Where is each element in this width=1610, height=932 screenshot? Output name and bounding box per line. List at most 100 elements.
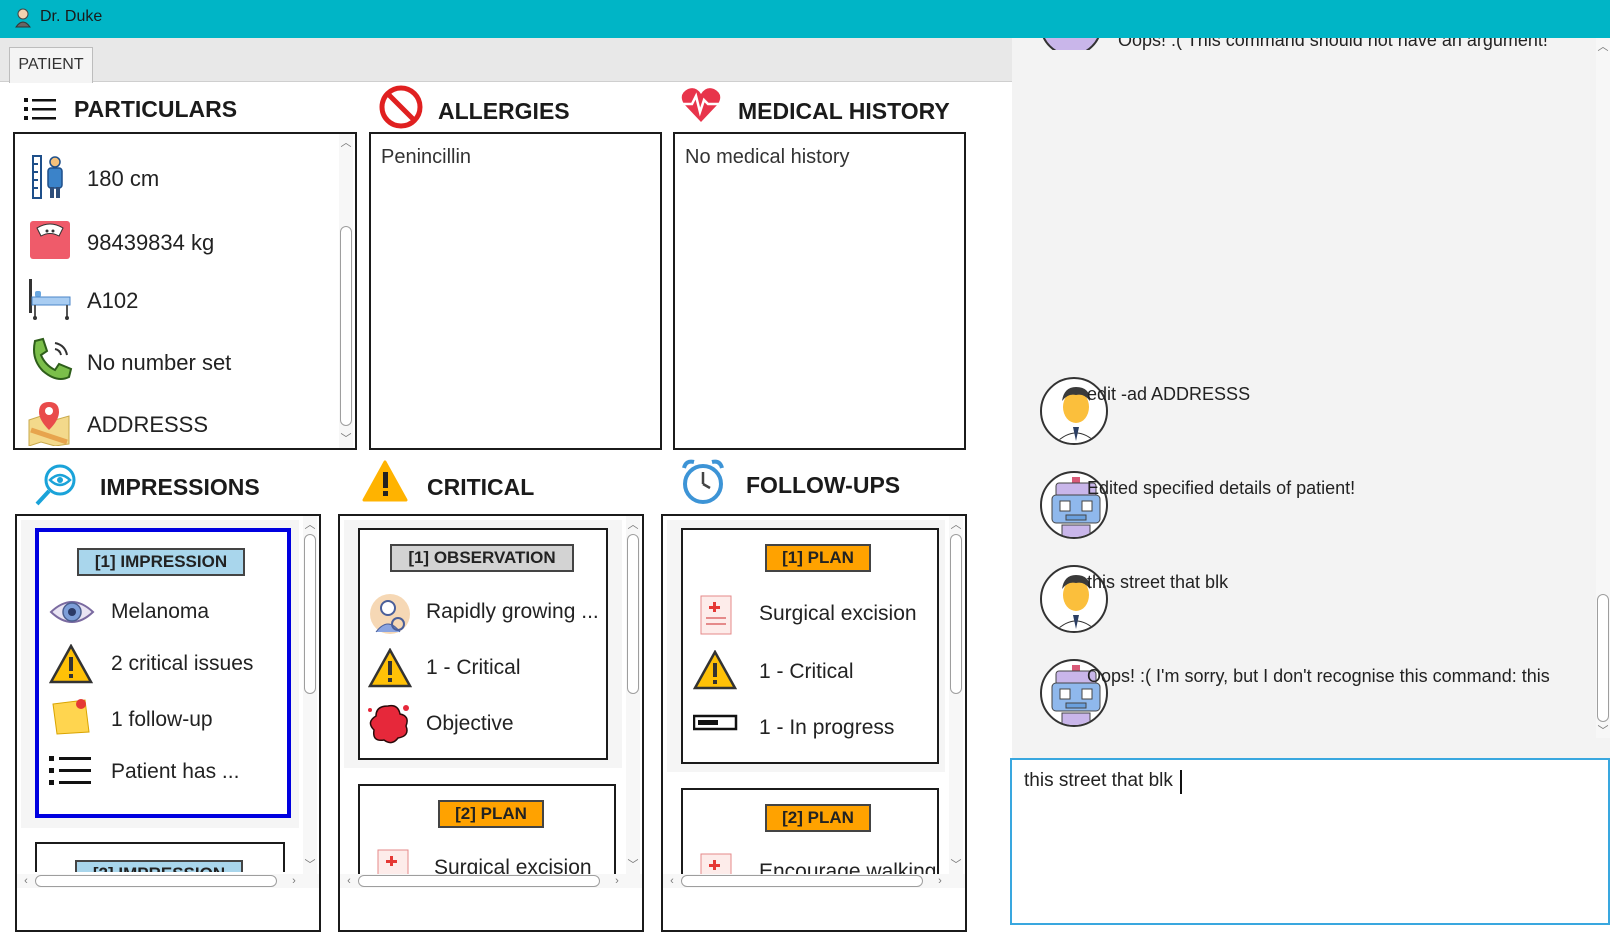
weight-scale-icon: [30, 221, 70, 259]
prescription-icon: [700, 595, 732, 635]
prescription-icon: [377, 849, 409, 876]
followups-header: FOLLOW-UPS: [746, 472, 901, 498]
scroll-up-arrow-icon[interactable]: ︿: [1596, 40, 1610, 54]
scroll-right-arrow-icon[interactable]: ›: [610, 874, 624, 888]
impression-description: Patient has ...: [111, 760, 240, 783]
scrollbar-thumb[interactable]: [340, 226, 352, 426]
command-input[interactable]: this street that blk: [1010, 758, 1610, 925]
plan-tag: [2] PLAN: [765, 804, 871, 832]
sticky-note-icon: [52, 699, 90, 735]
particular-phone: No number set: [87, 350, 232, 375]
followup-plan-card-2[interactable]: [2] PLAN Encourage walking: [681, 788, 939, 876]
tab-patient[interactable]: PATIENT: [9, 47, 93, 83]
impressions-list: [1] IMPRESSION Melanoma 2 critical issue…: [15, 514, 321, 932]
warning-icon: [693, 650, 737, 690]
scroll-up-arrow-icon[interactable]: ︿: [303, 518, 317, 532]
impression-card-2[interactable]: [2] IMPRESSION: [35, 842, 285, 872]
scroll-left-arrow-icon[interactable]: ‹: [342, 874, 356, 888]
critical-warning-icon: [362, 460, 408, 502]
chat-scrollbar[interactable]: ︿ ﹀: [1596, 38, 1610, 738]
scrollbar-thumb[interactable]: [627, 534, 639, 694]
allergies-box: Penincillin: [369, 132, 662, 450]
window-title: Dr. Duke: [40, 8, 103, 25]
scroll-right-arrow-icon[interactable]: ›: [933, 874, 947, 888]
observation-type: Objective: [426, 712, 514, 735]
particular-ward: A102: [87, 288, 139, 313]
doctor-examine-icon: [370, 594, 410, 634]
title-bar: Dr. Duke: [0, 0, 1610, 38]
list-icon: [24, 98, 56, 120]
bot-avatar: [1040, 38, 1102, 50]
impressions-vscrollbar[interactable]: ︿ ﹀: [303, 516, 317, 874]
map-pin-icon: [28, 402, 70, 446]
scrollbar-thumb[interactable]: [1597, 594, 1609, 722]
impression-tag: [1] IMPRESSION: [77, 548, 245, 576]
particulars-header: PARTICULARS: [74, 96, 238, 122]
scroll-down-arrow-icon[interactable]: ﹀: [949, 858, 963, 872]
scroll-down-arrow-icon[interactable]: ﹀: [626, 858, 640, 872]
impression-critical-count: 2 critical issues: [111, 652, 254, 675]
scroll-down-arrow-icon[interactable]: ﹀: [303, 858, 317, 872]
progress-bar-icon: [693, 714, 738, 731]
chat-top-clipped: Oops! :( This command should not have an…: [1012, 38, 1592, 50]
scrollbar-thumb[interactable]: [304, 534, 316, 694]
chat-message-4: Oops! :( I'm sorry, but I don't recognis…: [1087, 666, 1550, 686]
warning-icon: [368, 648, 412, 688]
chat-message-clipped: Oops! :( This command should not have an…: [1118, 38, 1548, 50]
command-input-value[interactable]: this street that blk: [1024, 770, 1173, 792]
scroll-up-arrow-icon[interactable]: ︿: [339, 136, 353, 150]
scrollbar-thumb[interactable]: [358, 875, 600, 887]
plan-card-2[interactable]: [2] PLAN Surgical excision: [358, 784, 616, 876]
chat-message-1: edit -ad ADDRESSS: [1087, 384, 1251, 404]
impression-followup-count: 1 follow-up: [111, 708, 213, 731]
bed-icon: [29, 279, 71, 320]
prescription-icon: [700, 853, 732, 876]
followup-status: 1 - In progress: [759, 716, 895, 739]
scroll-up-arrow-icon[interactable]: ︿: [626, 518, 640, 532]
observation-card[interactable]: [1] OBSERVATION Rapidly growing ... 1 - …: [358, 528, 608, 760]
impressions-header: IMPRESSIONS: [100, 474, 260, 500]
critical-vscrollbar[interactable]: ︿ ﹀: [626, 516, 640, 874]
warning-icon: [49, 644, 93, 684]
impression-card-selected[interactable]: [1] IMPRESSION Melanoma 2 critical issue…: [35, 528, 291, 818]
doctor-app-icon: [15, 8, 31, 28]
scrollbar-thumb[interactable]: [35, 875, 277, 887]
patient-panel: PATIENT PARTICULARS 180 cm 98439834 kg A…: [0, 38, 1012, 932]
allergies-header: ALLERGIES: [438, 98, 570, 124]
critical-hscrollbar[interactable]: ‹ ›: [340, 874, 642, 888]
observation-tag: [1] OBSERVATION: [390, 544, 574, 572]
impressions-hscrollbar[interactable]: ‹ ›: [17, 874, 319, 888]
chat-message-3: this street that blk: [1087, 572, 1229, 592]
scrollbar-thumb[interactable]: [950, 534, 962, 694]
list-icon: [49, 756, 91, 785]
scroll-down-arrow-icon[interactable]: ﹀: [339, 432, 353, 446]
scroll-left-arrow-icon[interactable]: ‹: [665, 874, 679, 888]
medical-history-box: No medical history: [673, 132, 966, 450]
impression-diagnosis: Melanoma: [111, 600, 210, 623]
scroll-right-arrow-icon[interactable]: ›: [287, 874, 301, 888]
impressions-eye-icon: [35, 464, 76, 506]
height-icon: [32, 155, 63, 199]
particulars-scrollbar[interactable]: ︿ ﹀: [339, 134, 353, 448]
followup-plan-description: Surgical excision: [759, 602, 917, 625]
followups-list: [1] PLAN Surgical excision 1 - Critical …: [661, 514, 967, 932]
scroll-down-arrow-icon[interactable]: ﹀: [1596, 724, 1610, 738]
followup-priority: 1 - Critical: [759, 660, 854, 683]
particulars-box: 180 cm 98439834 kg A102 No number set AD…: [13, 132, 357, 450]
plan-description: Surgical excision: [434, 856, 592, 876]
allergies-text: Penincillin: [381, 146, 472, 168]
scrollbar-thumb[interactable]: [681, 875, 923, 887]
critical-header: CRITICAL: [427, 474, 535, 500]
particular-weight: 98439834 kg: [87, 230, 215, 255]
chat-message-2: Edited specified details of patient!: [1087, 478, 1356, 498]
followups-hscrollbar[interactable]: ‹ ›: [663, 874, 965, 888]
medical-history-header: MEDICAL HISTORY: [738, 98, 950, 124]
tab-strip: PATIENT: [0, 38, 1012, 83]
followups-vscrollbar[interactable]: ︿ ﹀: [949, 516, 963, 874]
followup-plan-card[interactable]: [1] PLAN Surgical excision 1 - Critical …: [681, 528, 939, 764]
no-allergy-icon: [379, 85, 423, 129]
scroll-up-arrow-icon[interactable]: ︿: [949, 518, 963, 532]
scroll-left-arrow-icon[interactable]: ‹: [19, 874, 33, 888]
eye-icon: [49, 601, 95, 623]
alarm-clock-icon: [682, 459, 724, 504]
